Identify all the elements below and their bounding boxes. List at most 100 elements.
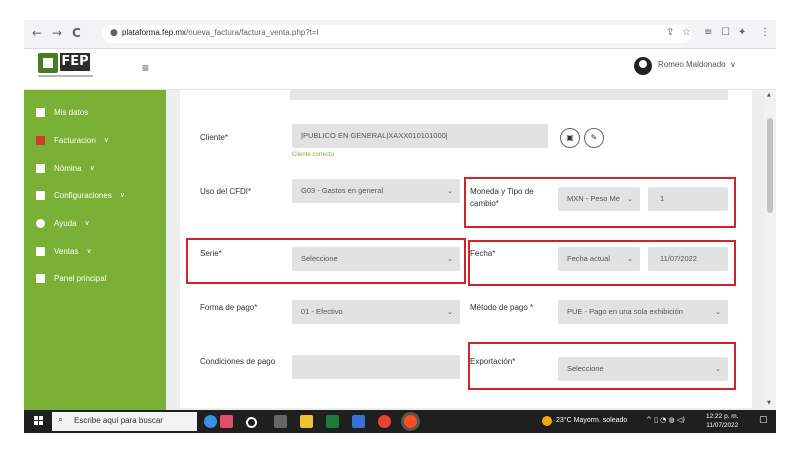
sidebar-item-ventas[interactable]: Ventas ∨ — [36, 243, 92, 259]
edit-icon — [36, 246, 45, 256]
reading-list-icon[interactable]: ≡ — [704, 27, 712, 38]
chrome-active-icon[interactable] — [404, 415, 417, 428]
forward-button[interactable]: → — [52, 26, 62, 40]
condiciones-label: Condiciones de pago — [200, 357, 276, 366]
serie-highlight-box — [186, 238, 466, 284]
page-scrollbar[interactable]: ▲ ▼ — [764, 90, 776, 410]
excel-icon[interactable] — [326, 415, 339, 428]
url-path: /nueva_factura/factura_venta.php?t=I — [186, 28, 319, 37]
reload-button[interactable]: C — [72, 26, 81, 40]
invoice-form-card: Cliente* |PUBLICO EN GENERAL|XAXX0101010… — [180, 90, 752, 408]
sidebar-item-configuraciones[interactable]: Configuraciones ∨ — [36, 187, 125, 203]
sidebar-item-mis-datos[interactable]: Mis datos — [36, 104, 88, 120]
cliente-label: Cliente* — [200, 133, 229, 142]
scroll-thumb[interactable] — [767, 118, 773, 213]
user-menu-chevron-icon[interactable]: ∨ — [730, 60, 736, 69]
chevron-down-icon: ∨ — [86, 247, 92, 255]
taskbar-clock[interactable]: 12:22 p. m. 11/07/2022 — [706, 412, 739, 430]
mail-app-icon[interactable] — [352, 415, 365, 428]
main-content: Cliente* |PUBLICO EN GENERAL|XAXX0101010… — [166, 90, 764, 410]
paint-app-icon[interactable] — [220, 415, 233, 428]
cliente-value: |PUBLICO EN GENERAL|XAXX010101000| — [301, 131, 448, 140]
user-name[interactable]: Romeo Maldonado — [658, 60, 726, 69]
chevron-down-icon: ∨ — [119, 191, 125, 199]
notifications-icon[interactable]: ▢ — [759, 415, 768, 425]
share-icon[interactable]: ⇪ — [666, 27, 674, 38]
screenshot-frame: ← → C ● plataforma.fep.mx/nueva_factura/… — [24, 20, 776, 433]
user-avatar[interactable] — [634, 57, 652, 75]
uso-cfdi-value: G03 - Gastos en general — [301, 186, 384, 195]
windows-taskbar: ⌕ Escribe aquí para buscar 23°C Mayorm. … — [24, 410, 776, 433]
lock-icon: ● — [110, 28, 118, 38]
url-host: plataforma.fep.mx — [122, 28, 187, 37]
sidebar: Mis datos Facturacion ∨ Nómina ∨ Configu… — [24, 90, 166, 410]
save-client-button[interactable]: ▣ — [560, 128, 580, 148]
sidebar-item-label: Configuraciones — [54, 190, 112, 200]
sidebar-item-label: Panel principal — [54, 273, 107, 283]
sidebar-item-label: Ayuda — [54, 218, 77, 228]
sidebar-item-label: Mis datos — [54, 107, 89, 117]
weather-text[interactable]: 23°C Mayorm. soleado — [556, 417, 627, 424]
metodo-pago-label: Método de pago * — [470, 303, 534, 312]
extensions-icon[interactable]: ✦ — [738, 27, 746, 38]
url-text: plataforma.fep.mx/nueva_factura/factura_… — [122, 28, 319, 37]
search-icon: ⌕ — [58, 415, 64, 425]
edit-client-button[interactable]: ✎ — [584, 128, 604, 148]
back-button[interactable]: ← — [32, 26, 42, 40]
gear-icon — [36, 190, 45, 200]
address-bar[interactable]: ● plataforma.fep.mx/nueva_factura/factur… — [102, 25, 692, 43]
system-tray-icons[interactable]: ^ ▯ ◔ ◍ ◁) — [646, 416, 685, 424]
browser-toolbar: ← → C ● plataforma.fep.mx/nueva_factura/… — [24, 20, 776, 49]
uso-cfdi-label: Uso del CFDI* — [200, 187, 252, 196]
condiciones-input[interactable] — [292, 355, 460, 379]
weather-sun-icon[interactable] — [542, 416, 552, 426]
metodo-pago-value: PUE - Pago en una sola exhibición — [567, 307, 683, 316]
sidebar-item-nomina[interactable]: Nómina ∨ — [36, 160, 95, 176]
menu-toggle-icon[interactable]: ≡ — [142, 61, 149, 75]
sidebar-item-ayuda[interactable]: Ayuda ∨ — [36, 215, 90, 231]
fep-logo[interactable]: FEP — [38, 53, 108, 77]
sidebar-item-panel-principal[interactable]: Panel principal — [36, 270, 106, 286]
invoice-icon — [36, 135, 45, 145]
select-caret-icon: ⌄ — [715, 308, 721, 316]
clock-date: 11/07/2022 — [706, 422, 739, 429]
file-explorer-icon[interactable] — [300, 415, 313, 428]
taskbar-search[interactable]: ⌕ Escribe aquí para buscar — [52, 412, 197, 431]
sidebar-item-facturacion[interactable]: Facturacion ∨ — [36, 132, 109, 148]
forma-pago-value: 01 - Efectivo — [301, 307, 343, 316]
fecha-highlight-box — [468, 240, 736, 286]
select-caret-icon: ⌄ — [447, 187, 453, 195]
widgets-app-icon[interactable] — [204, 415, 217, 428]
star-icon[interactable]: ☆ — [682, 27, 691, 38]
moneda-highlight-box — [464, 177, 736, 228]
logo-mark — [38, 53, 58, 73]
chevron-down-icon: ∨ — [84, 219, 90, 227]
id-card-icon — [36, 107, 45, 117]
scroll-up-icon[interactable]: ▲ — [767, 92, 771, 98]
payroll-icon — [36, 163, 45, 173]
previous-field — [290, 90, 728, 100]
cortana-icon[interactable] — [246, 417, 257, 428]
exportacion-highlight-box — [468, 342, 736, 390]
chrome-icon[interactable] — [378, 415, 391, 428]
logo-text: FEP — [60, 53, 90, 71]
sidebar-item-label: Facturacion — [54, 135, 96, 145]
monitor-icon — [36, 273, 45, 283]
logo-tagline — [38, 75, 93, 77]
task-view-icon[interactable] — [274, 415, 287, 428]
app-header: FEP ≡ Romeo Maldonado ∨ — [24, 49, 776, 90]
sidebar-item-label: Ventas — [54, 246, 79, 256]
cliente-hint: Cliente correcto — [292, 152, 335, 158]
forma-pago-select[interactable]: 01 - Efectivo ⌄ — [292, 300, 460, 324]
taskbar-search-placeholder: Escribe aquí para buscar — [74, 416, 163, 425]
metodo-pago-select[interactable]: PUE - Pago en una sola exhibición ⌄ — [558, 300, 728, 324]
cliente-field[interactable]: |PUBLICO EN GENERAL|XAXX010101000| — [292, 124, 548, 148]
scroll-down-icon[interactable]: ▼ — [767, 400, 771, 406]
tab-icon[interactable]: ☐ — [721, 27, 730, 38]
forma-pago-label: Forma de pago* — [200, 303, 258, 312]
chevron-down-icon: ∨ — [89, 164, 95, 172]
help-icon — [36, 218, 45, 228]
windows-start-icon[interactable] — [34, 416, 44, 426]
kebab-menu-icon[interactable]: ⋮ — [760, 27, 770, 38]
uso-cfdi-select[interactable]: G03 - Gastos en general ⌄ — [292, 179, 460, 203]
